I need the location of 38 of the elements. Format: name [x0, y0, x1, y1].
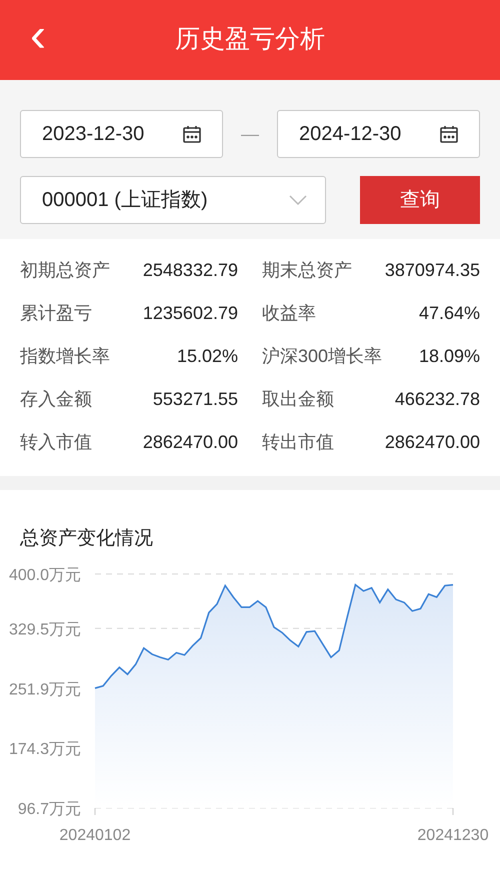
stat-value: 1235602.79 [142, 302, 238, 325]
axis-label: 20241230 [417, 827, 489, 844]
axis-label: 329.5万元 [8, 621, 81, 638]
calendar-icon [439, 124, 459, 144]
stat-value: 2862470.00 [142, 431, 238, 454]
stat-label: 累计盈亏 [20, 302, 92, 325]
stat-label: 收益率 [262, 302, 316, 325]
axis-label: 174.3万元 [8, 741, 81, 758]
stat-value: 553271.55 [152, 388, 238, 411]
stat-label: 转出市值 [262, 431, 334, 454]
stat-value: 3870974.35 [384, 259, 480, 282]
stat-value: 2862470.00 [384, 431, 480, 454]
axis-label: 400.0万元 [8, 567, 81, 584]
index-select[interactable]: 000001 (上证指数) [20, 176, 326, 224]
stat-label: 存入金额 [20, 388, 92, 411]
page-title: 历史盈亏分析 [175, 24, 325, 56]
chevron-down-icon [289, 195, 307, 205]
stat-label: 指数增长率 [20, 345, 110, 368]
stat-label: 转入市值 [20, 431, 92, 454]
query-button[interactable]: 查询 [360, 176, 480, 224]
axis-label: 251.9万元 [8, 681, 81, 698]
date-field[interactable]: 2023-12-30 [20, 110, 223, 158]
stat-label: 期末总资产 [262, 259, 352, 282]
range-separator: — [240, 122, 260, 146]
section-title: 总资产变化情况 [19, 527, 154, 551]
stat-value: 2548332.79 [142, 259, 238, 282]
back-button[interactable]: ‹ [30, 16, 46, 56]
stat-label: 初期总资产 [20, 259, 110, 282]
axis-label: 20240102 [59, 827, 131, 844]
stat-value: 18.09% [418, 345, 480, 368]
stat-value: 47.64% [418, 302, 480, 325]
stat-label: 取出金额 [262, 388, 334, 411]
axis-label: 96.7万元 [18, 801, 81, 818]
stat-value: 466232.78 [394, 388, 480, 411]
stat-label: 沪深300增长率 [262, 345, 382, 368]
date-field[interactable]: 2024-12-30 [277, 110, 480, 158]
stat-value: 15.02% [176, 345, 238, 368]
calendar-icon [182, 124, 202, 144]
